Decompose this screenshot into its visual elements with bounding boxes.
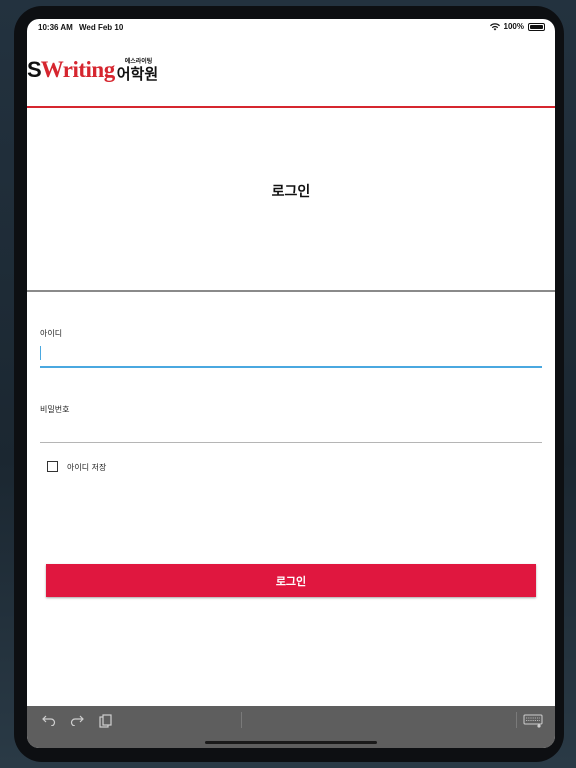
redo-icon[interactable] — [69, 714, 85, 728]
toolbar-divider — [516, 712, 517, 728]
id-label: 아이디 — [40, 329, 63, 338]
keyboard-shortcut-bar — [27, 706, 555, 748]
title-divider — [27, 290, 555, 292]
status-date: Wed Feb 10 — [79, 23, 124, 32]
text-cursor — [40, 346, 41, 360]
status-time: 10:36 AM — [38, 23, 73, 32]
app-screen: 10:36 AM Wed Feb 10 100% S Writing 에스라이팅… — [27, 19, 555, 748]
id-input-underline — [40, 366, 542, 368]
battery-icon — [528, 22, 545, 31]
remember-id-checkbox[interactable] — [47, 461, 58, 472]
password-input[interactable] — [40, 422, 542, 442]
battery-percent: 100% — [503, 22, 524, 31]
header-divider — [27, 106, 555, 108]
undo-icon[interactable] — [41, 714, 57, 728]
password-label: 비밀번호 — [40, 405, 70, 414]
status-bar: 10:36 AM Wed Feb 10 100% — [27, 19, 555, 35]
logo-korean: 어학원 — [116, 65, 159, 83]
id-input[interactable] — [40, 346, 542, 366]
keyboard-icon[interactable] — [523, 714, 543, 728]
status-indicators: 100% — [489, 22, 545, 31]
wifi-icon — [489, 22, 500, 30]
home-indicator[interactable] — [205, 741, 377, 744]
logo-brand: Writing — [40, 57, 116, 82]
login-button[interactable]: 로그인 — [46, 564, 536, 597]
app-logo: S Writing 에스라이팅 어학원 — [27, 57, 158, 83]
logo-korean-block: 에스라이팅 어학원 — [117, 58, 158, 83]
page-title: 로그인 — [271, 184, 311, 200]
logo-prefix: S — [27, 57, 42, 82]
remember-id-label[interactable]: 아이디 저장 — [67, 462, 106, 473]
clipboard-icon[interactable] — [97, 714, 113, 728]
password-input-underline — [40, 442, 542, 443]
toolbar-divider — [241, 712, 242, 728]
